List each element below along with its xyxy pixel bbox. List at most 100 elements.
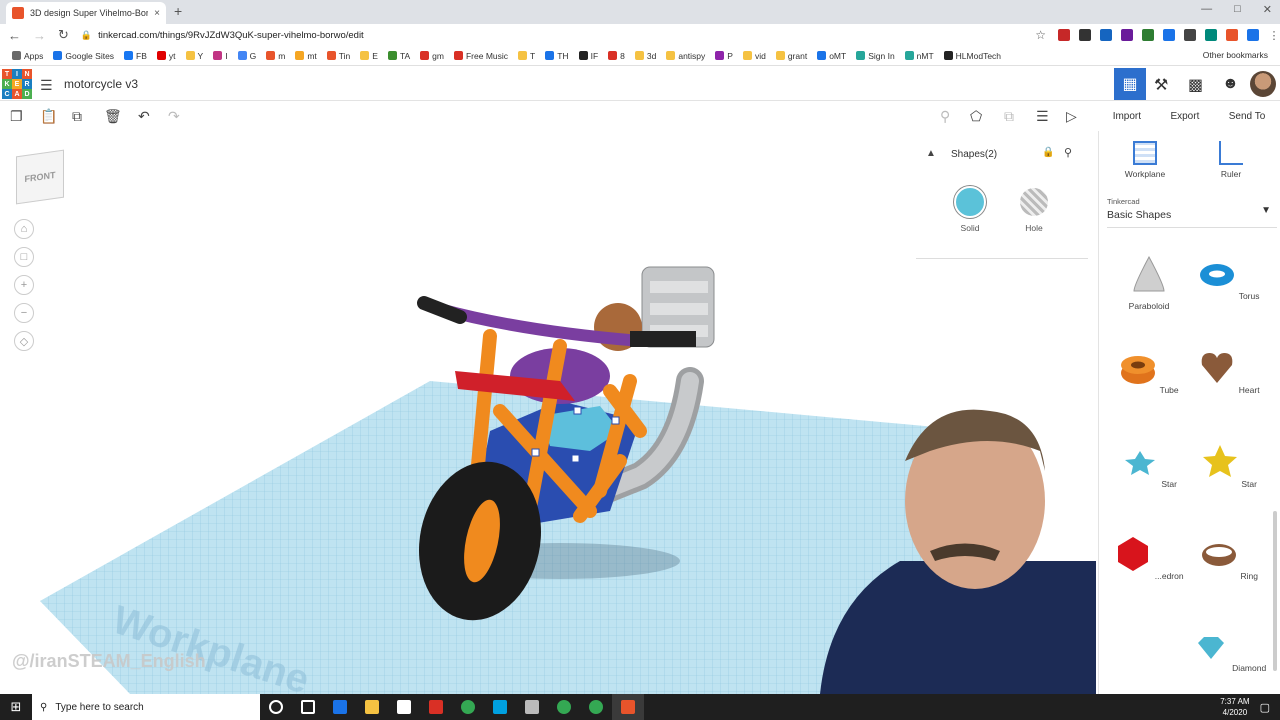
bookmark-item[interactable]: G bbox=[237, 51, 256, 61]
ruler-tool[interactable]: Ruler bbox=[1201, 141, 1261, 179]
bookmark-item[interactable]: E bbox=[360, 51, 378, 61]
shape-star-blue[interactable]: Star bbox=[1109, 443, 1189, 489]
maximize-icon[interactable]: □ bbox=[1234, 3, 1241, 16]
new-tab-button[interactable]: + bbox=[174, 3, 182, 19]
shape-library-select[interactable]: Tinkercad Basic Shapes ▼ bbox=[1107, 197, 1277, 228]
undo-icon[interactable]: ↶ bbox=[138, 108, 150, 125]
bookmark-item[interactable]: TA bbox=[387, 51, 410, 61]
mirror-icon[interactable]: ▷ bbox=[1066, 108, 1077, 125]
workplane-tool[interactable]: Workplane bbox=[1115, 141, 1175, 179]
extension-icon[interactable] bbox=[1184, 29, 1196, 41]
export-button[interactable]: Export bbox=[1170, 111, 1199, 122]
bookmark-item[interactable]: HLModTech bbox=[943, 51, 1001, 61]
bookmark-item[interactable]: 3d bbox=[634, 51, 656, 61]
perspective-icon[interactable]: ◇ bbox=[14, 331, 34, 351]
back-icon[interactable]: ← bbox=[8, 28, 21, 43]
windows-start-icon[interactable]: ⊞ bbox=[0, 699, 32, 715]
shape-heart[interactable]: Heart bbox=[1189, 349, 1269, 395]
cortana-icon[interactable] bbox=[260, 694, 292, 720]
blocks-icon[interactable]: ⚒ bbox=[1154, 75, 1168, 95]
other-bookmarks[interactable]: Other bookmarks bbox=[1203, 50, 1268, 60]
extension-icon[interactable] bbox=[1205, 29, 1217, 41]
bookmark-star-icon[interactable]: ☆ bbox=[1035, 28, 1046, 42]
bookmark-item[interactable]: Y bbox=[185, 51, 203, 61]
taskbar-search[interactable]: ⚲ Type here to search bbox=[32, 694, 260, 720]
3d-view-button[interactable]: ▦ bbox=[1114, 68, 1146, 100]
zoom-in-icon[interactable]: + bbox=[14, 275, 34, 295]
tab-close-icon[interactable]: × bbox=[154, 8, 160, 19]
zoom-out-icon[interactable]: − bbox=[14, 303, 34, 323]
shape-tube[interactable]: Tube bbox=[1109, 349, 1189, 395]
app-icon[interactable] bbox=[420, 694, 452, 720]
bookmark-item[interactable]: grant bbox=[775, 51, 807, 61]
shape-paraboloid[interactable]: Paraboloid bbox=[1109, 255, 1189, 311]
bookmark-item[interactable]: Sign In bbox=[856, 51, 895, 61]
design-title[interactable]: motorcycle v3 bbox=[64, 77, 138, 91]
redo-icon[interactable]: ↷ bbox=[168, 108, 180, 125]
new-shape-icon[interactable]: ❐ bbox=[10, 108, 23, 125]
solid-color-button[interactable] bbox=[954, 186, 986, 218]
panel-scrollbar[interactable] bbox=[1273, 511, 1277, 671]
extension-icon[interactable] bbox=[1226, 29, 1238, 41]
bookmark-item[interactable]: Free Music bbox=[453, 51, 508, 61]
extension-icon[interactable] bbox=[1247, 29, 1259, 41]
task-view-icon[interactable] bbox=[292, 694, 324, 720]
view-cube[interactable]: FRONT bbox=[16, 149, 64, 205]
shape-diamond[interactable]: Diamond bbox=[1189, 627, 1269, 673]
tinkercad-logo[interactable]: TINKERCAD bbox=[2, 69, 32, 99]
reload-icon[interactable]: ↻ bbox=[58, 27, 69, 43]
extension-icon[interactable] bbox=[1121, 29, 1133, 41]
shape-star-yellow[interactable]: Star bbox=[1189, 443, 1269, 489]
clock[interactable]: 7:37 AM 4/2020 bbox=[1220, 696, 1249, 718]
bookmark-item[interactable]: FB bbox=[124, 51, 147, 61]
bookmark-item[interactable]: mt bbox=[295, 51, 317, 61]
delete-icon[interactable]: 🗑 bbox=[104, 108, 122, 125]
extension-icon[interactable] bbox=[1163, 29, 1175, 41]
bookmark-item[interactable]: vid bbox=[742, 51, 766, 61]
lock-shape-icon[interactable]: 🔒 bbox=[1042, 147, 1054, 158]
app-icon[interactable] bbox=[516, 694, 548, 720]
collapse-caret-icon[interactable]: ▲ bbox=[926, 148, 936, 159]
shape-ring[interactable]: Ring bbox=[1189, 535, 1269, 581]
browser-tab[interactable]: 3D design Super Vihelmo-Borwo × bbox=[6, 2, 166, 24]
bookmark-item[interactable]: IF bbox=[578, 51, 598, 61]
forward-icon[interactable]: → bbox=[33, 28, 46, 43]
bookmark-item[interactable]: gm bbox=[420, 51, 444, 61]
chrome-icon[interactable] bbox=[452, 694, 484, 720]
shape-torus[interactable]: Torus bbox=[1189, 255, 1269, 301]
app-icon[interactable] bbox=[612, 694, 644, 720]
paste-icon[interactable]: 📋 bbox=[40, 108, 57, 125]
bookmark-item[interactable]: Tin bbox=[326, 51, 350, 61]
shape-polyhedron[interactable]: ...edron bbox=[1109, 535, 1189, 581]
notes-bulb-icon[interactable]: ⚲ bbox=[940, 108, 950, 125]
extension-icon[interactable] bbox=[1058, 29, 1070, 41]
bookmark-item[interactable]: TH bbox=[545, 51, 569, 61]
extension-icon[interactable] bbox=[1100, 29, 1112, 41]
lego-brick-icon[interactable]: ▩ bbox=[1188, 75, 1203, 95]
url-field[interactable]: 🔒 tinkercad.com/things/9RvJZdW3QuK-super… bbox=[81, 30, 1023, 41]
send-to-button[interactable]: Send To bbox=[1229, 111, 1266, 122]
edge-icon[interactable] bbox=[324, 694, 356, 720]
extension-icon[interactable] bbox=[1142, 29, 1154, 41]
align-icon[interactable]: ☰ bbox=[1036, 108, 1049, 125]
design-list-icon[interactable]: ☰ bbox=[40, 77, 53, 94]
chevron-down-icon[interactable]: ▼ bbox=[1261, 205, 1271, 216]
file-explorer-icon[interactable] bbox=[356, 694, 388, 720]
avatar[interactable] bbox=[1250, 71, 1276, 97]
hole-button[interactable] bbox=[1020, 188, 1048, 216]
chrome-icon[interactable] bbox=[548, 694, 580, 720]
bookmark-item[interactable]: nMT bbox=[904, 51, 934, 61]
bookmark-item[interactable]: P bbox=[715, 51, 733, 61]
app-icon[interactable] bbox=[484, 694, 516, 720]
minimize-icon[interactable]: — bbox=[1201, 3, 1212, 16]
home-view-icon[interactable]: ⌂ bbox=[14, 219, 34, 239]
bookmark-item[interactable]: 8 bbox=[608, 51, 625, 61]
duplicate-icon[interactable]: ⧉ bbox=[72, 108, 82, 125]
show-all-icon[interactable]: ⬠ bbox=[970, 108, 982, 125]
bookmark-item[interactable]: Apps bbox=[12, 51, 43, 61]
add-user-icon[interactable]: ☻ bbox=[1222, 75, 1239, 93]
hide-shape-icon[interactable]: ⚲ bbox=[1064, 146, 1072, 159]
bookmark-item[interactable]: Google Sites bbox=[53, 51, 114, 61]
group-icon[interactable]: ⧉ bbox=[1004, 108, 1014, 125]
mail-icon[interactable] bbox=[388, 694, 420, 720]
